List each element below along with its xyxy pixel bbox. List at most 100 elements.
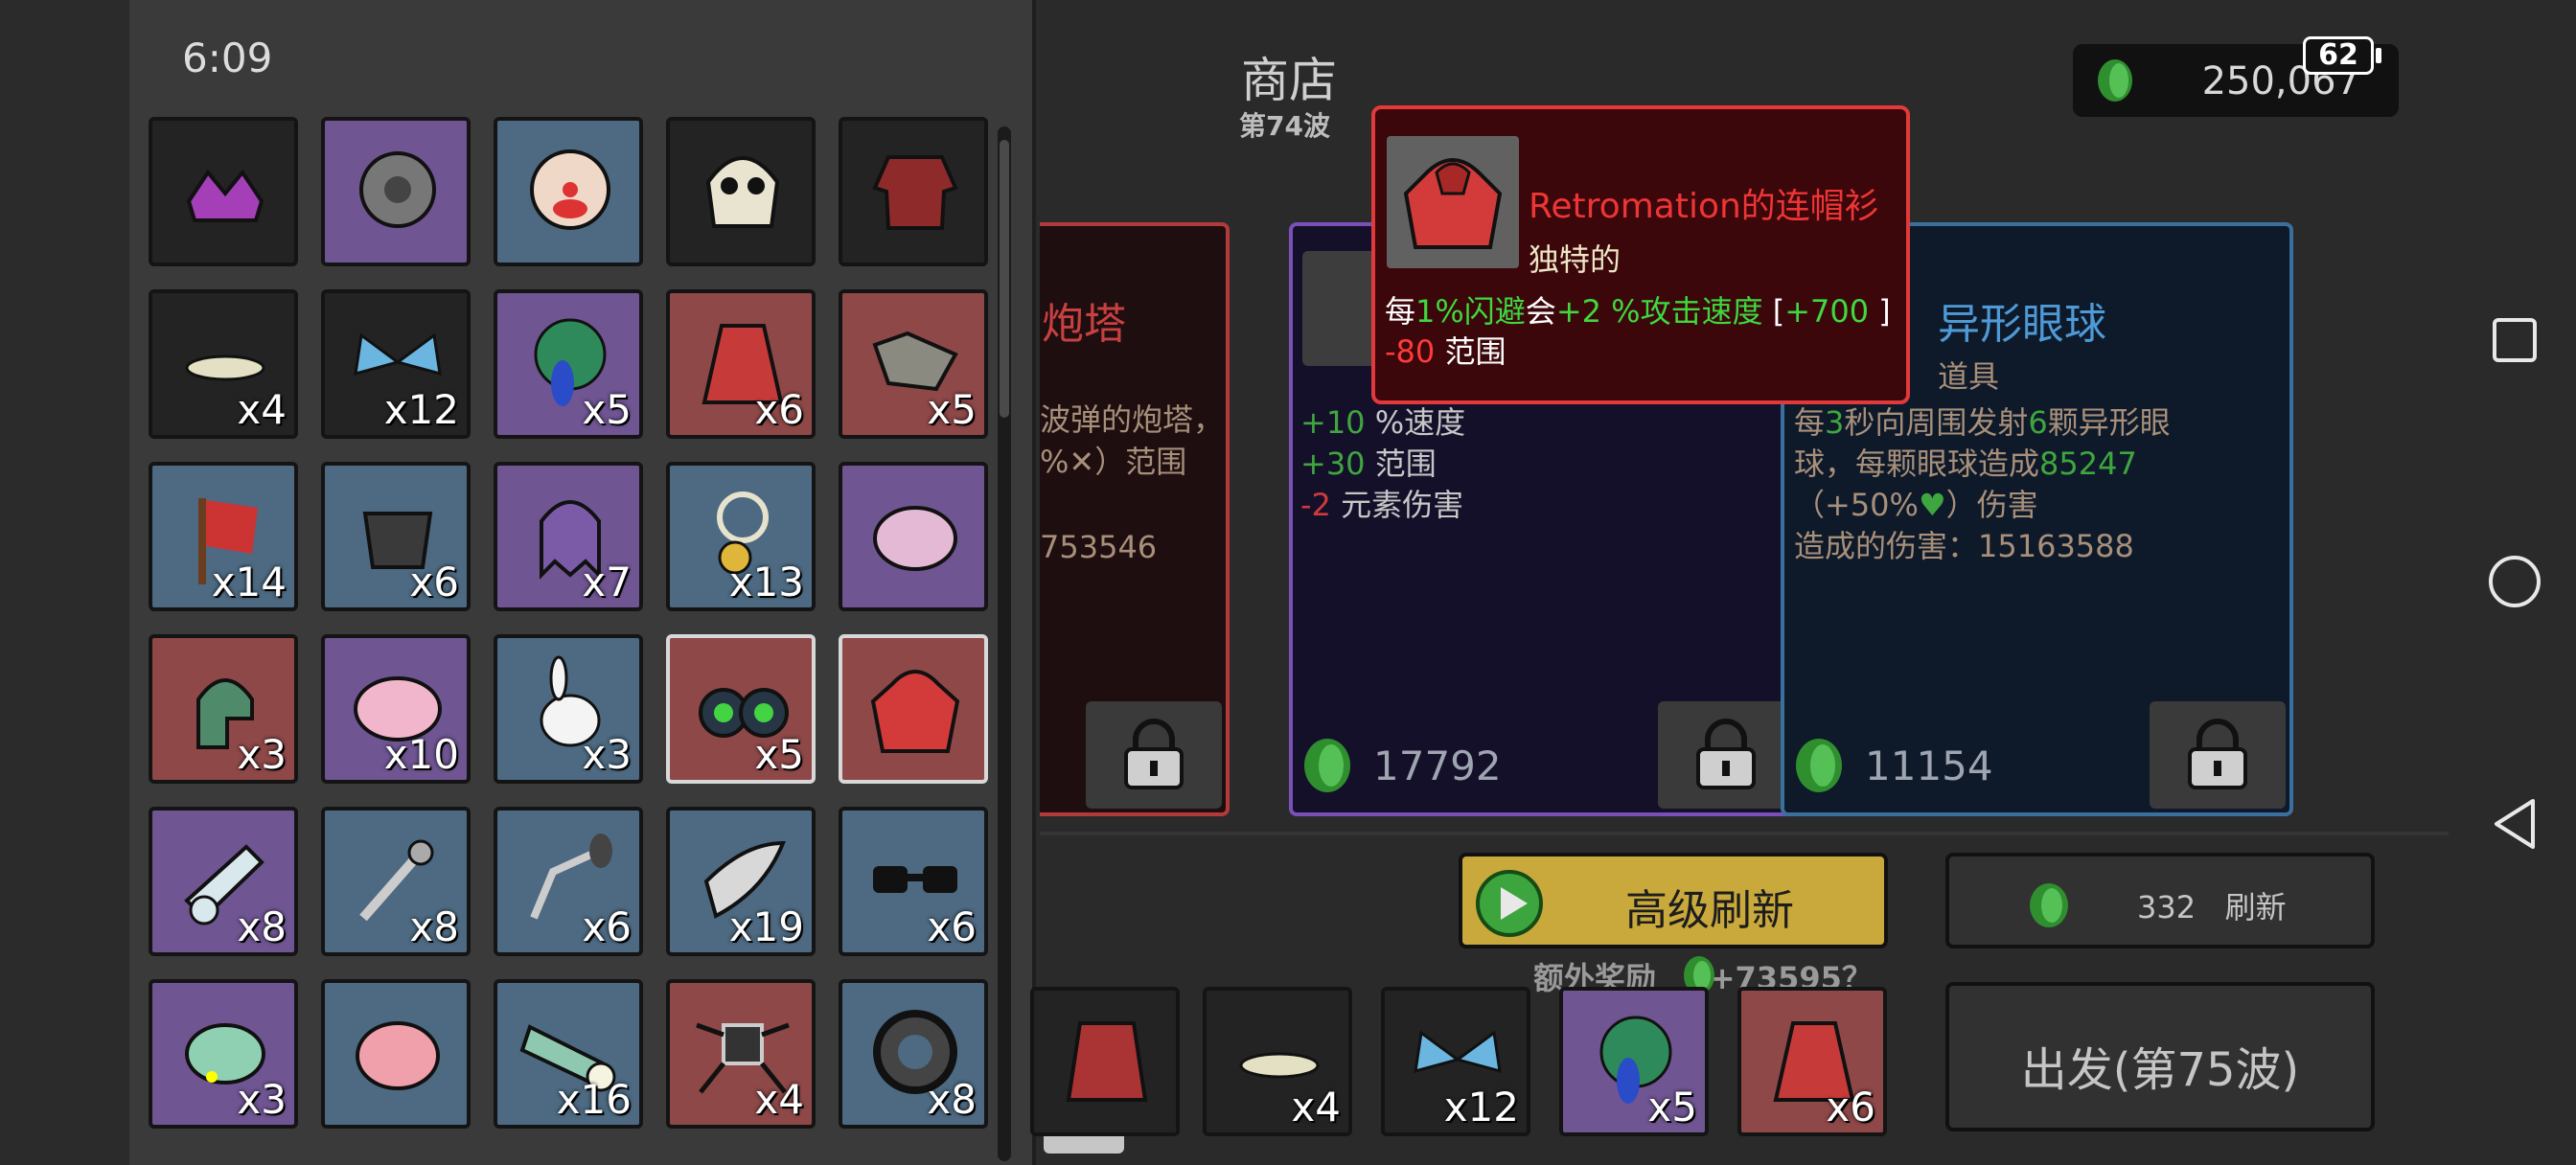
heart-icon: ♥ xyxy=(1918,487,1946,523)
start-wave-button[interactable]: 出发(第75波) xyxy=(1945,982,2375,1131)
inventory-slot[interactable]: x7 xyxy=(494,462,643,611)
item-quantity: x6 xyxy=(409,559,459,605)
inventory-slot[interactable]: x6 xyxy=(839,807,988,956)
inventory-slot[interactable]: x19 xyxy=(666,807,816,956)
inventory-slot[interactable]: x5 xyxy=(839,289,988,439)
inventory-slot[interactable] xyxy=(839,634,988,784)
item-quantity: x12 xyxy=(383,386,459,433)
effect-text: 范围 xyxy=(1435,333,1506,370)
inventory-slot[interactable] xyxy=(839,117,988,266)
stat-line: +10 %速度 xyxy=(1300,402,1465,444)
tray-slot[interactable] xyxy=(1030,987,1180,1136)
inventory-slot[interactable]: x4 xyxy=(149,289,298,439)
effect-text: 每 xyxy=(1385,293,1416,330)
refresh-text: 刷新 xyxy=(2224,889,2287,925)
inventory-slot[interactable]: x13 xyxy=(666,462,816,611)
card-stats: +10 %速度 +30 范围 -2 元素伤害 xyxy=(1300,402,1465,526)
stat-label: 元素伤害 xyxy=(1330,487,1464,523)
card-title: 炮塔 xyxy=(1042,300,1126,349)
item-quantity: x4 xyxy=(1291,1084,1341,1131)
item-quantity: x8 xyxy=(927,1076,977,1123)
item-quantity: x4 xyxy=(754,1076,804,1123)
tooltip-effect-line: -80 范围 xyxy=(1385,328,1506,372)
scroll-thumb[interactable] xyxy=(1000,140,1009,418)
item-quantity: x5 xyxy=(927,386,977,433)
card-damage: 造成的伤害：15163588 xyxy=(1794,528,2134,564)
card-description: 每3秒向周围发射6颗异形眼球，每颗眼球造成85247（+50%♥）伤害 造成的伤… xyxy=(1794,402,2206,567)
desc-text: ）伤害 xyxy=(1945,487,2038,523)
inventory-slot[interactable] xyxy=(494,117,643,266)
lock-icon xyxy=(2188,719,2247,789)
effect-text: ] xyxy=(1869,293,1891,330)
inventory-slot[interactable]: x6 xyxy=(321,462,471,611)
inventory-slot[interactable]: x10 xyxy=(321,634,471,784)
inventory-slot[interactable]: x3 xyxy=(494,634,643,784)
advanced-refresh-label: 高级刷新 xyxy=(1625,886,1794,935)
play-icon xyxy=(1476,870,1543,937)
inventory-slot[interactable]: x5 xyxy=(666,634,816,784)
back-icon[interactable] xyxy=(2491,797,2539,851)
inventory-slot[interactable]: x3 xyxy=(149,634,298,784)
inventory-slot[interactable]: x4 xyxy=(666,979,816,1129)
tray-slot[interactable]: x5 xyxy=(1559,987,1709,1136)
item-quantity: x13 xyxy=(728,559,804,605)
inventory-slot[interactable]: x12 xyxy=(321,289,471,439)
inventory-slot[interactable] xyxy=(666,117,816,266)
red-hoodie-icon xyxy=(870,670,960,753)
tooltip-rarity: 独特的 xyxy=(1529,241,1622,278)
inventory-slot[interactable]: x8 xyxy=(149,807,298,956)
inventory-slot[interactable] xyxy=(839,462,988,611)
desc-number: 3 xyxy=(1825,404,1845,441)
lock-icon xyxy=(1696,719,1756,789)
shop-card-turret[interactable]: 炮塔 波弹的炮塔， %✕）范围 753546 xyxy=(1040,222,1230,816)
inventory-slot[interactable]: x5 xyxy=(494,289,643,439)
inventory-slot[interactable]: x8 xyxy=(321,807,471,956)
home-icon[interactable] xyxy=(2487,554,2542,609)
purple-crown-icon xyxy=(186,169,264,222)
lock-button[interactable] xyxy=(1086,701,1222,809)
stat-value: +30 xyxy=(1300,445,1366,482)
effect-value: 1%闪避 xyxy=(1415,293,1526,330)
recent-apps-icon[interactable] xyxy=(2491,316,2539,364)
item-quantity: x8 xyxy=(409,903,459,950)
desc-text: 每 xyxy=(1794,404,1826,441)
refresh-button[interactable]: 332 刷新 xyxy=(1945,853,2375,948)
divider xyxy=(1040,832,2449,835)
stat-line: -2 元素伤害 xyxy=(1300,485,1465,526)
inventory-slot[interactable]: x8 xyxy=(839,979,988,1129)
price-row: 11154 xyxy=(1792,736,1993,795)
price-value: 11154 xyxy=(1865,742,1993,789)
tray-slot[interactable]: x6 xyxy=(1737,987,1887,1136)
item-quantity: x5 xyxy=(1647,1084,1697,1131)
tray-slot[interactable]: x4 xyxy=(1203,987,1352,1136)
inventory-scrollbar[interactable] xyxy=(998,126,1011,1161)
inventory-slot[interactable]: x3 xyxy=(149,979,298,1129)
item-quantity: x14 xyxy=(211,559,287,605)
advanced-refresh-button[interactable]: 高级刷新 xyxy=(1459,853,1888,948)
effect-text: [ xyxy=(1762,293,1785,330)
stat-label: %速度 xyxy=(1365,404,1466,441)
wave-label: 第74波 xyxy=(1239,110,1330,142)
card-subtitle: 道具 xyxy=(1938,358,2000,395)
inventory-slot[interactable]: x6 xyxy=(666,289,816,439)
lock-button[interactable] xyxy=(1658,701,1794,809)
inventory-slot[interactable]: x6 xyxy=(494,807,643,956)
tray-slot[interactable]: x12 xyxy=(1381,987,1530,1136)
inventory-slot[interactable] xyxy=(321,117,471,266)
desc-number: 85247 xyxy=(2039,445,2137,482)
stat-value: +10 xyxy=(1300,404,1366,441)
item-quantity: x6 xyxy=(582,903,632,950)
price-row: 17792 xyxy=(1300,736,1502,795)
effect-value: -80 xyxy=(1385,333,1436,370)
lock-button[interactable] xyxy=(2150,701,2286,809)
inventory-slot[interactable] xyxy=(149,117,298,266)
item-quantity: x19 xyxy=(728,903,804,950)
inventory-slot[interactable]: x16 xyxy=(494,979,643,1129)
status-time: 6:09 xyxy=(182,34,273,81)
piggy-bank-icon xyxy=(356,1021,440,1090)
inventory-slot[interactable]: x14 xyxy=(149,462,298,611)
inventory-slot[interactable] xyxy=(321,979,471,1129)
item-quantity: x16 xyxy=(556,1076,632,1123)
item-quantity: x7 xyxy=(582,559,632,605)
coin-icon xyxy=(2030,883,2068,927)
